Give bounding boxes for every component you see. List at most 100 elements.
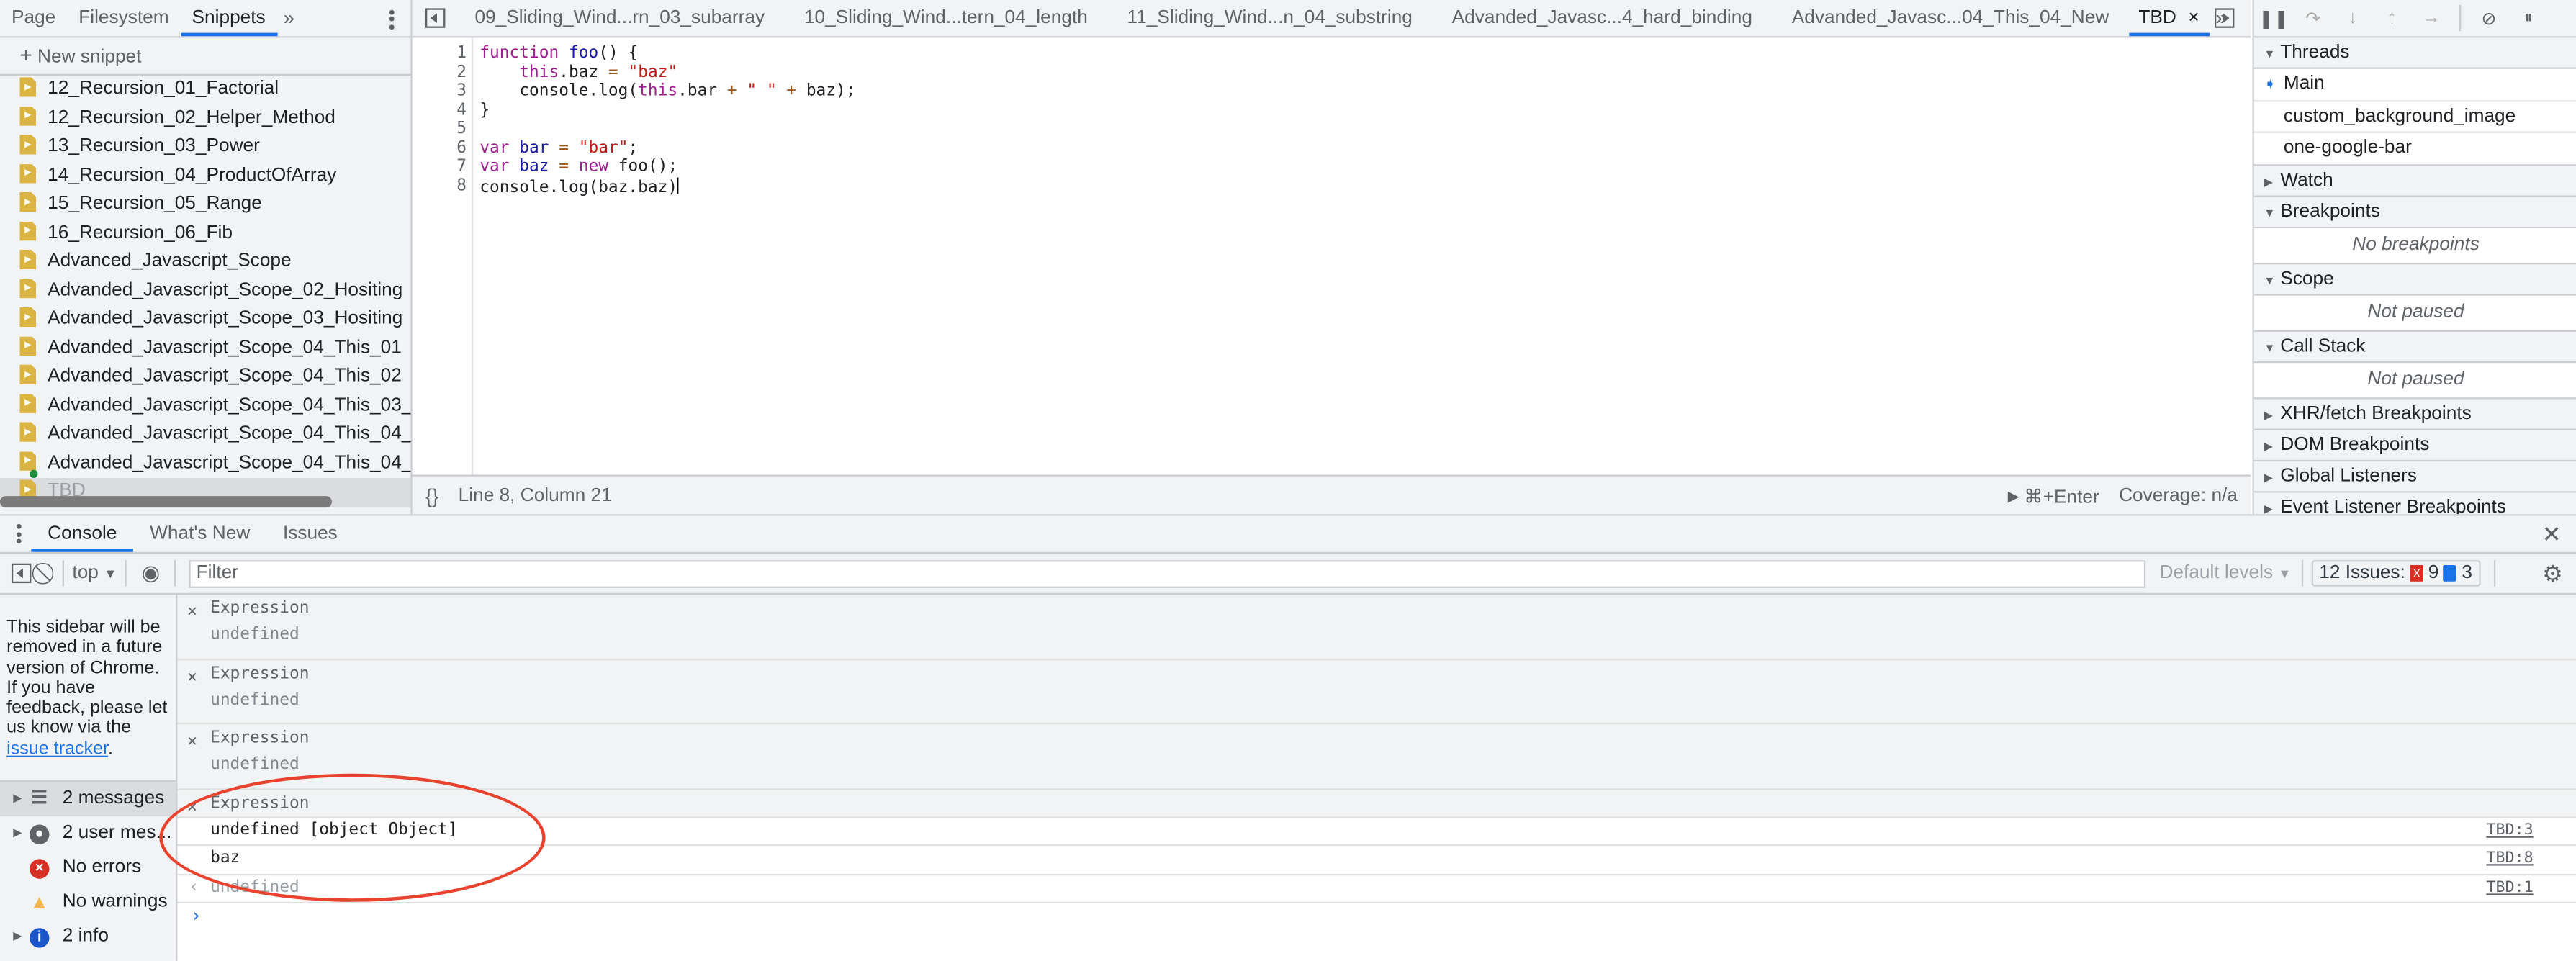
pretty-print-icon[interactable]: {}: [425, 484, 438, 507]
line-number[interactable]: 2: [413, 63, 472, 82]
code-line[interactable]: [479, 120, 855, 139]
line-number[interactable]: 6: [413, 139, 472, 158]
code-lines[interactable]: function foo() { this.baz = "baz" consol…: [479, 45, 855, 197]
message-source-link[interactable]: TBD:3: [2486, 817, 2533, 844]
issues-counter[interactable]: 12 Issues: x 9 3: [2310, 560, 2481, 587]
line-number[interactable]: 1: [413, 45, 472, 63]
editor-tab[interactable]: 09_Sliding_Wind...rn_03_subarray: [455, 0, 784, 36]
thread-main[interactable]: ➧ Main: [2253, 68, 2576, 101]
expression-label[interactable]: Expression: [210, 794, 309, 812]
context-selector[interactable]: top ▼: [72, 564, 117, 583]
snippet-item[interactable]: Advanded_Javascript_Scope_04_This_04_har…: [0, 420, 410, 449]
remove-expression-icon[interactable]: ✕: [187, 603, 197, 621]
snippet-item[interactable]: Advanded_Javascript_Scope_04_This_03_har…: [0, 392, 410, 420]
code-line[interactable]: console.log(this.bar + " " + baz);: [479, 82, 855, 101]
remove-expression-icon[interactable]: ✕: [187, 798, 197, 816]
toggle-sidebar-icon[interactable]: [11, 563, 32, 584]
code-line[interactable]: this.baz = "baz": [479, 63, 855, 82]
editor-tab[interactable]: Advanded_Javasc...4_hard_binding: [1432, 0, 1772, 36]
code-line[interactable]: }: [479, 101, 855, 119]
code-line[interactable]: var bar = "bar";: [479, 139, 855, 158]
expression-label[interactable]: Expression: [210, 600, 309, 618]
console-settings-gear-icon[interactable]: ⚙: [2542, 559, 2563, 587]
group-errors[interactable]: × No errors: [0, 851, 176, 885]
section-threads[interactable]: ▼ Threads: [2253, 37, 2576, 69]
snippet-item[interactable]: Advanded_Javascript_Scope_04_This_01: [0, 334, 410, 363]
log-levels-dropdown[interactable]: Default levels ▼: [2159, 564, 2291, 583]
run-shortcut[interactable]: ⌘+Enter: [2024, 484, 2099, 507]
tab-console[interactable]: Console: [31, 516, 134, 552]
snippet-item[interactable]: Advanded_Javascript_Scope_03_Hositing: [0, 305, 410, 334]
section-dom-breakpoints[interactable]: ▶ DOM Breakpoints: [2253, 429, 2576, 461]
step-over-icon[interactable]: ↷: [2294, 7, 2333, 29]
console-prompt[interactable]: ›: [177, 903, 2576, 930]
group-messages[interactable]: ▶ ☰ 2 messages: [0, 782, 176, 817]
step-out-icon[interactable]: ↑: [2372, 8, 2412, 27]
code-area[interactable]: 12345678 function foo() { this.baz = "ba…: [412, 37, 2251, 475]
close-drawer-icon[interactable]: ✕: [2542, 520, 2562, 548]
tab-page[interactable]: Page: [0, 0, 67, 36]
group-info[interactable]: ▶ i 2 info: [0, 920, 176, 955]
line-number[interactable]: 7: [413, 158, 472, 176]
section-breakpoints[interactable]: ▼ Breakpoints: [2253, 196, 2576, 228]
snippet-item[interactable]: Advanced_Javascript_Scope: [0, 248, 410, 277]
editor-tab-active[interactable]: TBD ×: [2128, 0, 2210, 37]
section-scope[interactable]: ▼ Scope: [2253, 263, 2576, 295]
section-xhr-breakpoints[interactable]: ▶ XHR/fetch Breakpoints: [2253, 398, 2576, 430]
deactivate-breakpoints-icon[interactable]: ⊘: [2469, 7, 2509, 29]
live-expression[interactable]: ✕ Expression undefined: [177, 595, 2576, 660]
section-watch[interactable]: ▶ Watch: [2253, 165, 2576, 197]
run-snippet-icon[interactable]: ▶: [2008, 487, 2019, 505]
toggle-navigator-icon[interactable]: [425, 8, 446, 28]
line-number[interactable]: 3: [413, 82, 472, 101]
message-source-link[interactable]: TBD:8: [2486, 846, 2533, 873]
section-call-stack[interactable]: ▼ Call Stack: [2253, 330, 2576, 363]
tab-filesystem[interactable]: Filesystem: [67, 0, 180, 36]
editor-tab[interactable]: Advanded_Javasc...04_This_04_New: [1772, 0, 2128, 36]
close-tab-icon[interactable]: ×: [2188, 8, 2199, 27]
section-global-listeners[interactable]: ▶ Global Listeners: [2253, 461, 2576, 492]
step-icon[interactable]: →: [2412, 8, 2451, 27]
snippet-item[interactable]: Advanded_Javascript_Scope_02_Hositing: [0, 277, 410, 306]
toggle-debugger-icon[interactable]: [2215, 8, 2235, 28]
remove-expression-icon[interactable]: ✕: [187, 668, 197, 686]
snippet-item[interactable]: 15_Recursion_05_Range: [0, 191, 410, 220]
step-into-icon[interactable]: ↓: [2333, 8, 2372, 27]
live-expression[interactable]: ✕ Expression undefined: [177, 659, 2576, 725]
snippet-item[interactable]: 14_Recursion_04_ProductOfArray: [0, 162, 410, 191]
horizontal-scrollbar[interactable]: [0, 496, 332, 508]
section-event-listener-breakpoints[interactable]: ▶ Event Listener Breakpoints: [2253, 492, 2576, 515]
tab-issues[interactable]: Issues: [266, 516, 354, 552]
pause-icon[interactable]: ❚❚: [2254, 7, 2294, 29]
message-source-link[interactable]: TBD:1: [2486, 875, 2533, 902]
line-number[interactable]: 4: [413, 101, 472, 119]
more-tabs-icon[interactable]: »: [277, 6, 302, 30]
editor-tab[interactable]: 11_Sliding_Wind...n_04_substring: [1107, 0, 1432, 36]
expression-label[interactable]: Expression: [210, 664, 309, 682]
snippet-item[interactable]: Advanded_Javascript_Scope_04_This_02: [0, 363, 410, 392]
filter-input[interactable]: Filter: [189, 559, 2147, 587]
editor-tab[interactable]: 10_Sliding_Wind...tern_04_length: [785, 0, 1108, 36]
thread-item[interactable]: custom_background_image: [2253, 101, 2576, 133]
expression-label[interactable]: Expression: [210, 729, 309, 747]
pause-on-exceptions-icon[interactable]: ⏸: [2508, 7, 2548, 29]
remove-expression-icon[interactable]: ✕: [187, 733, 197, 751]
tab-whats-new[interactable]: What's New: [133, 516, 266, 552]
snippet-item[interactable]: 13_Recursion_03_Power: [0, 133, 410, 162]
new-snippet-button[interactable]: + New snippet: [0, 37, 411, 76]
group-warnings[interactable]: ▲ No warnings: [0, 885, 176, 920]
code-line[interactable]: function foo() {: [479, 45, 855, 63]
line-number[interactable]: 8: [413, 176, 472, 195]
snippet-item[interactable]: 12_Recursion_01_Factorial: [0, 76, 410, 104]
line-number[interactable]: 5: [413, 120, 472, 139]
more-options-icon[interactable]: [389, 6, 395, 31]
live-expression[interactable]: ✕ Expression: [177, 789, 2576, 818]
live-expression[interactable]: ✕ Expression undefined: [177, 724, 2576, 790]
group-user-messages[interactable]: ▶ ● 2 user mes...: [0, 816, 176, 851]
thread-item[interactable]: one-google-bar: [2253, 132, 2576, 166]
drawer-menu-icon[interactable]: [16, 522, 22, 546]
code-line[interactable]: var baz = new foo();: [479, 158, 855, 176]
live-expression-eye-icon[interactable]: ◉: [142, 560, 161, 587]
snippet-item[interactable]: 16_Recursion_06_Fib: [0, 220, 410, 248]
snippet-item[interactable]: Advanded_Javascript_Scope_04_This_04_New: [0, 449, 410, 478]
